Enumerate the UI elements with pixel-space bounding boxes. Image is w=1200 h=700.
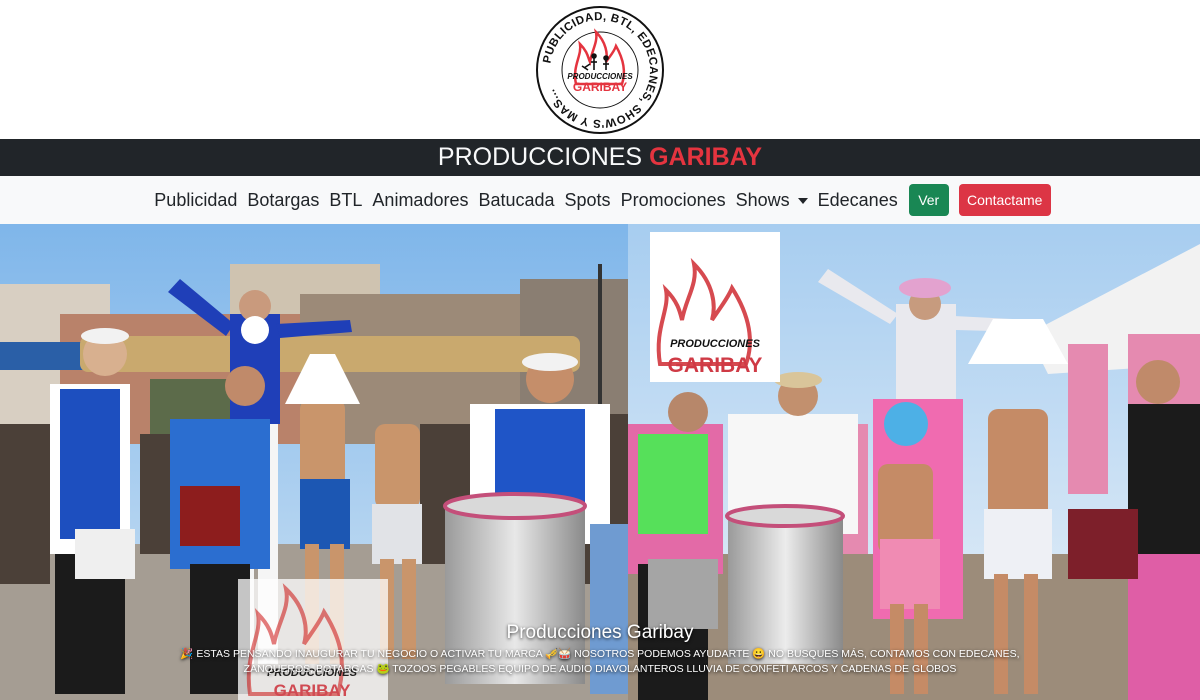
- logo-inner-bottom: GARIBAY: [573, 80, 627, 94]
- nav-dropdown-shows[interactable]: Shows: [731, 190, 813, 211]
- carousel-caption-title: Producciones Garibay: [506, 622, 694, 643]
- brand-bar: PRODUCCIONES GARIBAY: [0, 139, 1200, 176]
- nav-item-animadores[interactable]: Animadores: [367, 190, 473, 211]
- company-logo[interactable]: PUBLICIDAD, BTL, EDECANES, SHOW'S Y MAS.…: [534, 4, 666, 136]
- nav-item-publicidad[interactable]: Publicidad: [149, 190, 242, 211]
- contact-button[interactable]: Contactame: [958, 184, 1051, 216]
- watermark-bottom: GARIBAY: [274, 681, 351, 700]
- nav-item-promociones[interactable]: Promociones: [616, 190, 731, 211]
- banner-bottom: GARIBAY: [668, 354, 763, 377]
- nav-item-edecanes[interactable]: Edecanes: [813, 190, 903, 211]
- hero-carousel[interactable]: PRODUCCIONES GARIBAY PRODUCCIONES GARIBA…: [0, 224, 1200, 700]
- brand-title-main: PRODUCCIONES: [437, 143, 643, 171]
- logo-area: PUBLICIDAD, BTL, EDECANES, SHOW'S Y MAS.…: [0, 0, 1200, 139]
- main-navbar: Publicidad Botargas BTL Animadores Batuc…: [0, 176, 1200, 224]
- nav-item-shows-label: Shows: [735, 189, 790, 210]
- brand-title-accent: GARIBAY: [649, 143, 763, 171]
- banner-logo: PRODUCCIONES GARIBAY: [650, 232, 780, 382]
- ver-button[interactable]: Ver: [908, 184, 949, 216]
- nav-item-spots[interactable]: Spots: [560, 190, 616, 211]
- caret-down-icon: [797, 197, 808, 204]
- banner-top: PRODUCCIONES: [670, 338, 761, 350]
- nav-item-botargas[interactable]: Botargas: [242, 190, 324, 211]
- nav-item-btl[interactable]: BTL: [324, 190, 367, 211]
- nav-item-batucada[interactable]: Batucada: [473, 190, 559, 211]
- carousel-caption-text: 🎉 ESTAS PENSANDO INAUGURAR TU NEGOCIO O …: [180, 648, 1020, 675]
